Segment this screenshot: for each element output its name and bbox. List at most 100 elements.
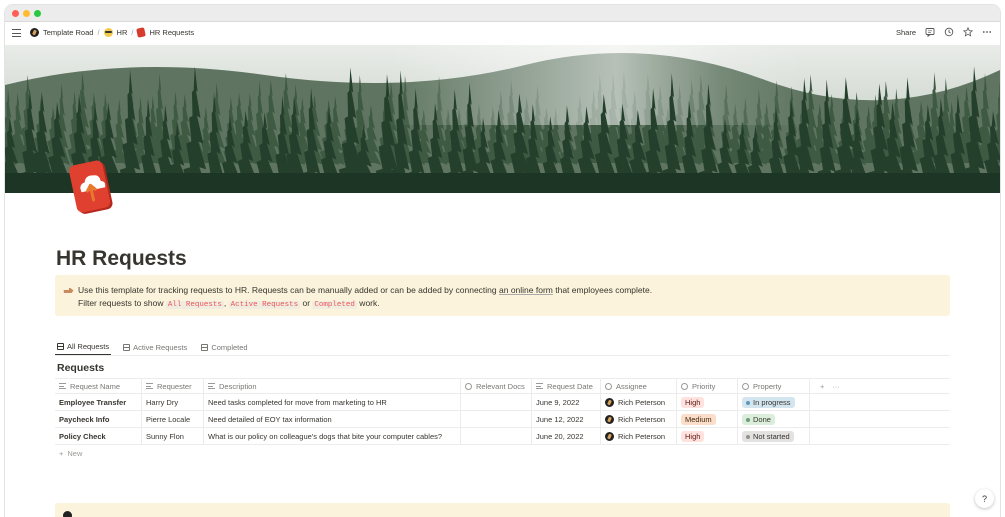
status-dot <box>746 434 750 439</box>
callout-line-2: Filter requests to show All Requests, Ac… <box>78 297 652 312</box>
relevant-docs-cell[interactable] <box>461 411 532 427</box>
breadcrumb-label: Template Road <box>43 28 94 37</box>
requester-cell[interactable]: Pierre Locale <box>142 411 204 427</box>
table-row[interactable]: Employee Transfer Harry Dry Need tasks c… <box>55 394 950 411</box>
status-cell[interactable]: Not started <box>738 428 810 444</box>
history-clock-icon[interactable] <box>944 27 954 37</box>
pointing-hand-icon <box>63 285 74 293</box>
close-window-button[interactable] <box>12 10 19 17</box>
more-options-icon[interactable] <box>982 27 992 37</box>
tab-all-requests[interactable]: All Requests <box>55 339 112 355</box>
code-completed: Completed <box>312 300 357 309</box>
status-cell[interactable]: Done <box>738 411 810 427</box>
status-label: Not started <box>753 431 790 441</box>
table-row[interactable]: Paycheck Info Pierre Locale Need detaile… <box>55 411 950 428</box>
column-header-description[interactable]: Description <box>204 379 461 393</box>
tab-label: All Requests <box>67 342 110 351</box>
request-date-cell[interactable]: June 12, 2022 <box>532 411 601 427</box>
request-date-cell[interactable]: June 20, 2022 <box>532 428 601 444</box>
table-row[interactable]: Policy Check Sunny Flon What is our poli… <box>55 428 950 445</box>
description-cell[interactable]: Need detailed of EOY tax information <box>204 411 461 427</box>
online-form-link[interactable]: an online form <box>499 285 553 295</box>
page-title: HR Requests <box>56 247 187 270</box>
priority-cell[interactable]: High <box>677 394 738 410</box>
assignee-cell[interactable]: Rich Peterson <box>601 411 677 427</box>
header-actions: + ··· <box>814 382 840 391</box>
breadcrumb-separator: / <box>131 28 134 37</box>
more-options-icon[interactable]: ··· <box>832 382 840 391</box>
request-name-cell[interactable]: Employee Transfer <box>55 394 142 410</box>
page-cloud-upload-icon <box>69 160 115 216</box>
assignee-cell[interactable]: Rich Peterson <box>601 394 677 410</box>
requester-cell[interactable]: Sunny Flon <box>142 428 204 444</box>
callout-line-1: Use this template for tracking requests … <box>78 284 652 297</box>
breadcrumb-item-hr[interactable]: HR <box>103 28 128 37</box>
minimize-window-button[interactable] <box>23 10 30 17</box>
column-header-relevant-docs[interactable]: Relevant Docs <box>461 379 532 393</box>
column-label: Priority <box>692 381 716 391</box>
column-header-request-date[interactable]: Request Date <box>532 379 601 393</box>
table-view-icon <box>123 343 131 351</box>
tab-active-requests[interactable]: Active Requests <box>121 339 189 355</box>
callout-text-segment: that employees complete. <box>552 285 653 295</box>
tab-completed[interactable]: Completed <box>199 339 249 355</box>
request-date-cell[interactable]: June 9, 2022 <box>532 394 601 410</box>
status-badge: In progress <box>742 396 795 408</box>
requests-table: Request Name Requester Description Relev… <box>55 378 950 462</box>
priority-badge: High <box>681 396 705 408</box>
column-label: Request Date <box>547 381 593 391</box>
person-icon <box>605 382 612 390</box>
column-header-priority[interactable]: Priority <box>677 379 738 393</box>
priority-cell[interactable]: Medium <box>677 411 738 427</box>
description-cell[interactable]: Need tasks completed for move from marke… <box>204 394 461 410</box>
sidebar-menu-icon[interactable] <box>12 29 21 37</box>
request-name-cell[interactable]: Paycheck Info <box>55 411 142 427</box>
relevant-docs-cell[interactable] <box>461 394 532 410</box>
assignee-cell[interactable]: Rich Peterson <box>601 428 677 444</box>
plus-icon: + <box>59 449 64 458</box>
add-property-icon[interactable]: + <box>820 382 824 391</box>
database-title[interactable]: Requests <box>57 362 104 374</box>
requester-cell[interactable]: Harry Dry <box>142 394 204 410</box>
table-view-icon <box>57 343 64 350</box>
help-button[interactable]: ? <box>975 489 994 508</box>
breadcrumb-label: HR <box>116 28 128 37</box>
tab-label: Completed <box>211 342 248 352</box>
callout-text-segment: work. <box>356 297 380 308</box>
column-header-property[interactable]: Property <box>738 379 810 393</box>
relevant-docs-cell[interactable] <box>461 428 532 444</box>
instructions-callout: Use this template for tracking requests … <box>55 275 950 316</box>
column-header-request-name[interactable]: Request Name <box>55 379 142 393</box>
empty-cell <box>810 411 950 427</box>
empty-cell <box>810 428 950 444</box>
new-row-button[interactable]: + New <box>55 445 950 462</box>
column-header-extra: + ··· <box>810 379 950 393</box>
comment-icon[interactable] <box>925 27 935 37</box>
favorite-star-icon[interactable] <box>963 27 973 37</box>
column-label: Request Name <box>70 381 121 391</box>
share-button[interactable]: Share <box>896 28 916 37</box>
description-cell[interactable]: What is our policy on colleague's dogs t… <box>204 428 461 444</box>
callout-text-segment: Use this template for tracking requests … <box>78 285 499 295</box>
callout-text: Use this template for tracking requests … <box>78 284 652 311</box>
text-property-icon <box>59 383 66 389</box>
request-name-cell[interactable]: Policy Check <box>55 428 142 444</box>
road-icon <box>30 28 39 37</box>
column-header-assignee[interactable]: Assignee <box>601 379 677 393</box>
status-dot <box>746 417 750 422</box>
app-window: Template Road / HR / HR Requests Share H… <box>5 5 1000 517</box>
status-cell[interactable]: In progress <box>738 394 810 410</box>
avatar <box>605 431 614 441</box>
assignee-name: Rich Peterson <box>618 397 666 407</box>
breadcrumb-item-hr-requests[interactable]: HR Requests <box>136 27 195 38</box>
callout-text-segment: or <box>300 297 313 308</box>
tab-label: Active Requests <box>133 342 188 352</box>
breadcrumb-label: HR Requests <box>149 28 195 37</box>
breadcrumb-item-template-road[interactable]: Template Road <box>30 28 93 37</box>
status-dot <box>746 400 750 405</box>
column-label: Description <box>219 381 257 391</box>
avatar <box>605 397 614 407</box>
column-header-requester[interactable]: Requester <box>142 379 204 393</box>
priority-cell[interactable]: High <box>677 428 738 444</box>
maximize-window-button[interactable] <box>34 10 41 17</box>
